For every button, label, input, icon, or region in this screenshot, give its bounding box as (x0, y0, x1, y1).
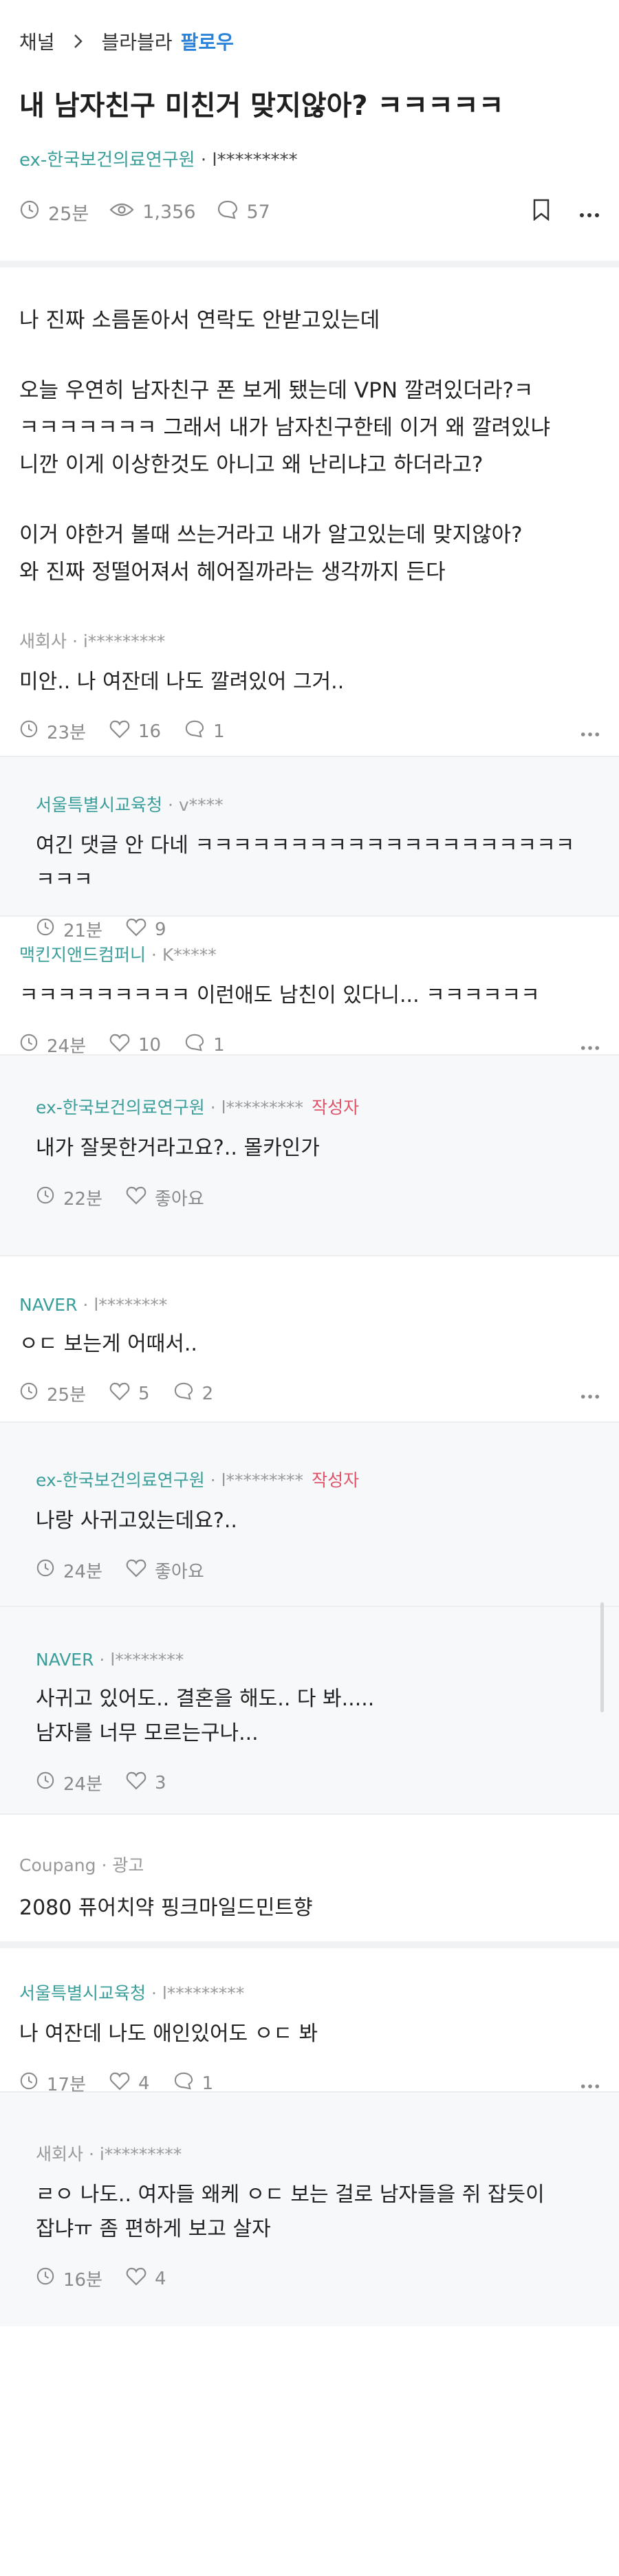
clock-icon (36, 1186, 63, 1210)
clock-icon (36, 2267, 63, 2291)
reply-comment: 새회사 · i********* ㄹㅇ 나도.. 여자들 왜케 ㅇㄷ 보는 걸로… (0, 2093, 619, 2326)
comment-author[interactable]: NAVER · l******** (19, 1295, 600, 1315)
comment-meta: 16분 4 (36, 2266, 600, 2291)
like-button[interactable]: 4 (109, 2071, 150, 2095)
more-icon[interactable] (580, 721, 600, 742)
comment-meta: 25분 5 2 (19, 1381, 600, 1406)
comment: 서울특별시교육청 · l********* 나 여잔데 나도 애인있어도 ㅇㄷ … (0, 1948, 619, 2095)
chat-bubble-icon (184, 719, 213, 743)
author-badge: 작성자 (312, 1098, 360, 1117)
like-button[interactable]: 16 (109, 719, 161, 743)
comment-text: 나 여잔데 나도 애인있어도 ㅇㄷ 봐 (19, 2022, 318, 2046)
comment-meta: 22분 좋아요 (36, 1185, 600, 1210)
comment-author[interactable]: ex-한국보건의료연구원 · l********* 작성자 (36, 1467, 600, 1492)
post-author[interactable]: ex-한국보건의료연구원 · l********* (0, 125, 619, 171)
post-meta: 25분 1,356 57 (0, 171, 619, 229)
ad-source: Coupang · 광고 (19, 1855, 144, 1875)
comment: NAVER · l******** ㅇㄷ 보는게 어때서.. 25분 5 2 (0, 1256, 619, 1421)
comment-text: 미안.. 나 여잔데 나도 깔려있어 그거.. (19, 670, 345, 694)
like-button[interactable]: 10 (109, 1033, 161, 1057)
comment-author[interactable]: ex-한국보건의료연구원 · l********* 작성자 (36, 1094, 600, 1119)
heart-icon (126, 2267, 155, 2291)
heart-icon (109, 1382, 138, 1406)
comment-text: 여긴 댓글 안 다네 ㅋㅋㅋㅋㅋㅋㅋㅋㅋㅋㅋㅋㅋㅋㅋㅋㅋㅋㅋㅋ ㅋㅋㅋ (36, 833, 575, 892)
post-body: 나 진짜 소름돋아서 연락도 안받고있는데 오늘 우연히 남자친구 폰 보게 됐… (19, 308, 551, 585)
comment-text: 내가 잘못한거라고요?.. 몰카인가 (36, 1136, 320, 1160)
post-author-org: ex-한국보건의료연구원 (19, 150, 195, 171)
comment-text: 나랑 사귀고있는데요?.. (36, 1509, 237, 1533)
more-icon[interactable] (580, 2073, 600, 2094)
bookmark-icon[interactable] (532, 199, 550, 226)
comment-text: 사귀고 있어도.. 결혼을 해도.. 다 봐..... 남자를 너무 모르는구나.… (36, 1687, 375, 1745)
clock-icon (19, 1033, 47, 1057)
chat-bubble-icon (217, 199, 247, 225)
chevron-right-icon (73, 33, 84, 50)
clock-icon (19, 2071, 47, 2095)
reply-button[interactable]: 1 (173, 2071, 213, 2095)
section-divider (0, 261, 619, 268)
comment: 새회사 · i********* 미안.. 나 여잔데 나도 깔려있어 그거..… (0, 624, 619, 756)
more-icon[interactable] (579, 201, 600, 223)
reply-comment: NAVER · l******** 사귀고 있어도.. 결혼을 해도.. 다 봐… (0, 1607, 619, 1813)
breadcrumb: 채널 블라블라 팔로우 (0, 0, 619, 83)
author-badge: 작성자 (312, 1470, 360, 1490)
clock-icon (19, 199, 48, 225)
like-button[interactable]: 좋아요 (126, 1558, 204, 1583)
clock-icon (19, 1382, 47, 1406)
comment-meta: 24분 10 1 (19, 1032, 600, 1058)
chat-bubble-icon (173, 1382, 202, 1406)
comment-author[interactable]: 새회사 · i********* (19, 628, 600, 653)
heart-icon (109, 719, 138, 743)
comment-text: ㄹㅇ 나도.. 여자들 왜케 ㅇㄷ 보는 걸로 남자들을 쥐 잡듯이 잡냐ㅠ 좀 … (36, 2183, 545, 2241)
breadcrumb-board[interactable]: 블라블라 (102, 28, 173, 55)
clock-icon (36, 1558, 63, 1582)
post-title: 내 남자친구 미친거 맞지않아? ㅋㅋㅋㅋㅋ (19, 90, 504, 122)
post-page: 채널 블라블라 팔로우 내 남자친구 미친거 맞지않아? ㅋㅋㅋㅋㅋ ex-한국… (0, 0, 619, 2576)
post-views: 1,356 (109, 201, 196, 223)
comment-meta: 23분 16 1 (19, 719, 600, 744)
reply-comment: 서울특별시교육청 · v**** 여긴 댓글 안 다네 ㅋㅋㅋㅋㅋㅋㅋㅋㅋㅋㅋㅋ… (0, 757, 619, 941)
reply-comment: ex-한국보건의료연구원 · l********* 작성자 내가 잘못한거라고요?… (0, 1056, 619, 1255)
reply-button[interactable]: 1 (184, 1033, 225, 1057)
post-time: 25분 (19, 199, 89, 226)
post-author-nick: l********* (212, 150, 298, 171)
clock-icon (36, 1771, 63, 1795)
chat-bubble-icon (184, 1033, 213, 1057)
scrollbar[interactable] (600, 1602, 604, 1712)
heart-icon (126, 1771, 155, 1795)
comment-text: ㅋㅋㅋㅋㅋㅋㅋㅋㅋ 이런애도 남친이 있다니... ㅋㅋㅋㅋㅋㅋ (19, 983, 540, 1007)
heart-icon (126, 1186, 155, 1210)
chat-bubble-icon (173, 2071, 202, 2095)
more-icon[interactable] (580, 1384, 600, 1404)
post-comment-count: 57 (217, 199, 270, 225)
comment-meta: 24분 3 (36, 1770, 600, 1795)
more-icon[interactable] (580, 1035, 600, 1056)
comment-author[interactable]: 맥킨지앤드컴퍼니 · K***** (19, 941, 600, 966)
eye-icon (109, 201, 142, 223)
comment-text: ㅇㄷ 보는게 어때서.. (19, 1332, 197, 1356)
comment: 맥킨지앤드컴퍼니 · K***** ㅋㅋㅋㅋㅋㅋㅋㅋㅋ 이런애도 남친이 있다니… (0, 917, 619, 1057)
like-button[interactable]: 5 (109, 1382, 150, 1406)
reply-comment: ex-한국보건의료연구원 · l********* 작성자 나랑 사귀고있는데요?… (0, 1423, 619, 1606)
comment-author[interactable]: 새회사 · i********* (36, 2141, 600, 2165)
section-divider (0, 1941, 619, 1948)
ad-title: 2080 퓨어치약 핑크마일드민트향 (19, 1896, 313, 1920)
comment-author[interactable]: NAVER · l******** (36, 1650, 600, 1670)
like-button[interactable]: 4 (126, 2267, 166, 2291)
heart-icon (109, 1033, 138, 1057)
comment-author[interactable]: 서울특별시교육청 · v**** (36, 792, 600, 816)
breadcrumb-channel[interactable]: 채널 (19, 28, 55, 55)
reply-button[interactable]: 1 (184, 719, 225, 743)
comment-author[interactable]: 서울특별시교육청 · l********* (19, 1980, 600, 2005)
ad-item[interactable]: Coupang · 광고 2080 퓨어치약 핑크마일드민트향 (0, 1815, 619, 1941)
follow-button[interactable]: 팔로우 (181, 28, 234, 55)
comment-meta: 24분 좋아요 (36, 1558, 600, 1583)
reply-button[interactable]: 2 (173, 1382, 213, 1406)
heart-icon (126, 1558, 155, 1582)
clock-icon (19, 719, 47, 743)
heart-icon (109, 2071, 138, 2095)
like-button[interactable]: 좋아요 (126, 1185, 204, 1210)
like-button[interactable]: 3 (126, 1771, 166, 1795)
